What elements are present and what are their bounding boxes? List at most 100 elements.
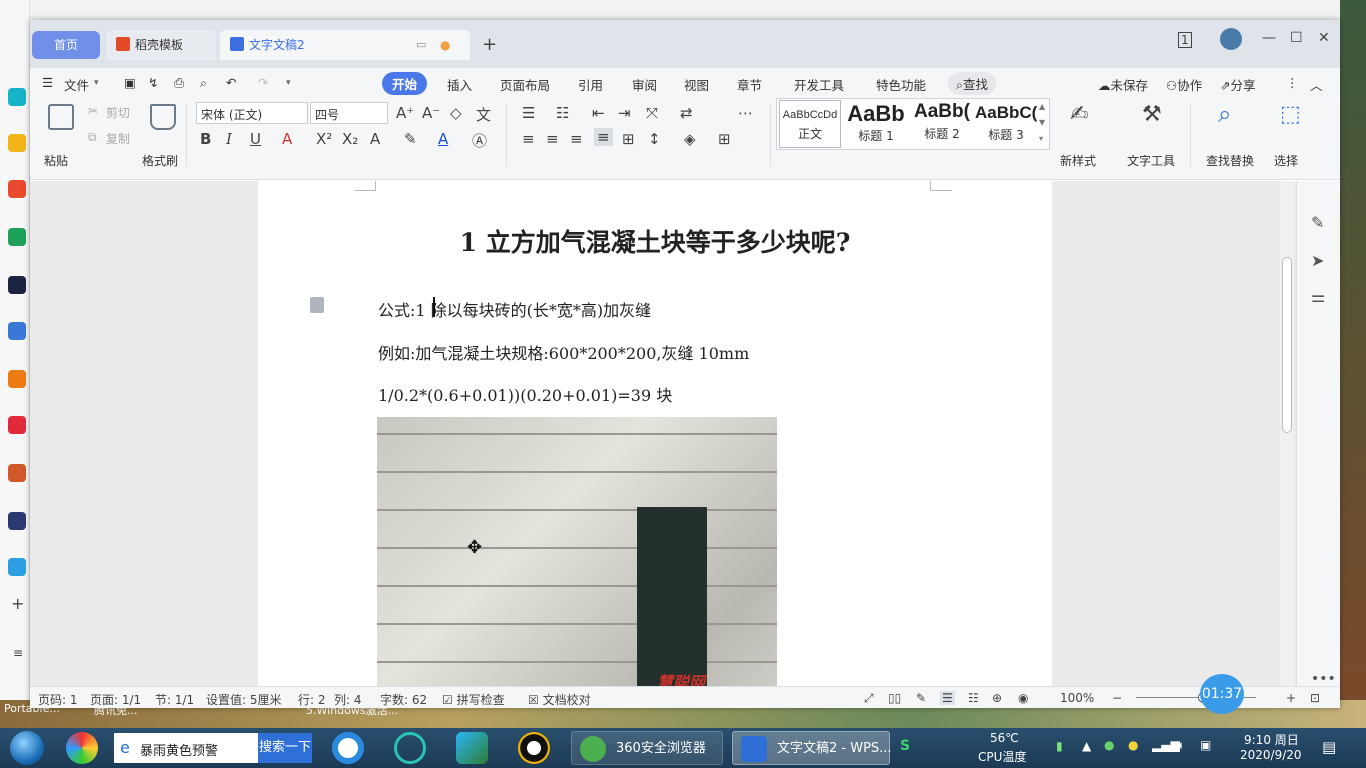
- font-size-select[interactable]: 四号: [310, 102, 388, 124]
- undo-icon[interactable]: ↶: [226, 75, 236, 90]
- battery-icon[interactable]: ▮: [1056, 739, 1063, 753]
- dock-app-icon[interactable]: [8, 322, 26, 340]
- zoom-in-icon[interactable]: +: [1286, 691, 1296, 705]
- menu-references[interactable]: 引用: [578, 75, 603, 94]
- doc-paragraph[interactable]: 公式:1 除以每块砖的(长*宽*高)加灰缝: [378, 297, 651, 321]
- tray-app-icon[interactable]: ●: [1104, 738, 1114, 752]
- new-style-icon[interactable]: ✍: [1070, 102, 1088, 127]
- numbered-list-icon[interactable]: ☷: [556, 104, 569, 122]
- cut-button[interactable]: 剪切: [106, 104, 130, 121]
- copy-button[interactable]: 复制: [106, 130, 130, 147]
- shrink-font-icon[interactable]: A⁻: [422, 104, 440, 122]
- settings-sliders-icon[interactable]: ⚌: [1311, 287, 1325, 306]
- menu-file[interactable]: 文件: [64, 75, 89, 94]
- format-painter-button[interactable]: 格式刷: [142, 152, 178, 169]
- new-style-button[interactable]: 新样式: [1060, 152, 1096, 169]
- tab-templates[interactable]: 稻壳模板: [106, 30, 216, 60]
- taskbar-search[interactable]: e 暴雨黄色预警 搜索一下: [114, 733, 312, 763]
- collapse-ribbon-icon[interactable]: ︿: [1310, 75, 1323, 94]
- style-heading2[interactable]: AaBb( 标题 2: [909, 101, 975, 151]
- dock-app-icon[interactable]: [8, 180, 26, 198]
- video-player-icon[interactable]: [456, 732, 488, 764]
- style-heading1[interactable]: AaBb 标题 1: [843, 101, 909, 151]
- scroll-thumb[interactable]: [1282, 257, 1292, 433]
- distribute-icon[interactable]: ⊞: [622, 130, 635, 148]
- task-360-browser[interactable]: 360安全浏览器: [571, 731, 723, 765]
- page-view-icon[interactable]: ☰: [940, 691, 955, 705]
- copy-icon[interactable]: ⧉: [88, 130, 97, 145]
- format-painter-icon[interactable]: [150, 104, 176, 130]
- edit-pen-icon[interactable]: ✎: [1311, 213, 1324, 232]
- customize-toolbar-icon[interactable]: ▾: [286, 78, 291, 88]
- dock-app-icon[interactable]: [8, 416, 26, 434]
- dock-app-icon[interactable]: [8, 276, 26, 294]
- style-heading3[interactable]: AaBbC( 标题 3: [975, 101, 1037, 151]
- italic-icon[interactable]: I: [226, 130, 232, 148]
- redo-icon[interactable]: ↷: [258, 75, 268, 90]
- dock-app-icon[interactable]: [8, 228, 26, 246]
- bold-icon[interactable]: B: [200, 130, 211, 148]
- fit-page-icon[interactable]: ⊡: [1310, 691, 1320, 705]
- menu-developer[interactable]: 开发工具: [794, 75, 844, 94]
- style-gallery-scroll[interactable]: ▲ ▼ ▾: [1039, 99, 1049, 149]
- dock-app-icon[interactable]: [8, 558, 26, 576]
- chevron-down-icon[interactable]: ▾: [94, 78, 99, 88]
- chinese-layout-icon[interactable]: ⤧: [646, 104, 658, 122]
- zoom-level[interactable]: 100%: [1060, 691, 1094, 705]
- paragraph-handle-icon[interactable]: [310, 297, 324, 313]
- justify-icon[interactable]: ≡: [594, 128, 613, 146]
- export-icon[interactable]: ↯: [148, 75, 158, 90]
- show-marks-icon[interactable]: ⋯: [738, 104, 753, 122]
- minimize-icon[interactable]: —: [1262, 30, 1276, 46]
- phonetic-icon[interactable]: 文: [476, 104, 491, 125]
- hamburger-icon[interactable]: ☰: [42, 75, 53, 90]
- decrease-indent-icon[interactable]: ⇤: [592, 104, 605, 122]
- bullet-list-icon[interactable]: ☰: [522, 104, 535, 122]
- align-center-icon[interactable]: ≡: [546, 130, 559, 148]
- dock-app-icon[interactable]: [8, 370, 26, 388]
- tray-app-icon[interactable]: ●: [1128, 738, 1138, 752]
- ime-icon[interactable]: S: [900, 738, 910, 754]
- window-count-icon[interactable]: 1: [1178, 32, 1192, 48]
- baidu-netdisk-icon[interactable]: [332, 732, 364, 764]
- find-replace-icon[interactable]: ⌕: [1218, 100, 1231, 128]
- volume-icon[interactable]: 🔈︎: [1178, 738, 1185, 753]
- write-mode-icon[interactable]: ✎: [916, 691, 926, 705]
- text-tools-icon[interactable]: ⚒: [1142, 102, 1162, 127]
- doc-paragraph[interactable]: 1/0.2*(0.6+0.01))(0.20+0.01)=39 块: [378, 382, 672, 406]
- dock-app-icon[interactable]: [8, 88, 26, 106]
- fullscreen-icon[interactable]: ⤢: [864, 691, 874, 706]
- taskbar-search-button[interactable]: 搜索一下: [258, 733, 312, 763]
- text-direction-icon[interactable]: ⇄: [680, 104, 693, 122]
- network-app-icon[interactable]: [394, 732, 426, 764]
- select-button[interactable]: 选择: [1274, 152, 1298, 169]
- zoom-out-icon[interactable]: −: [1112, 691, 1122, 705]
- increase-indent-icon[interactable]: ⇥: [618, 104, 631, 122]
- outline-view-icon[interactable]: ☷: [968, 691, 979, 705]
- dock-list-icon[interactable]: ≡: [13, 646, 23, 660]
- print-icon[interactable]: ⎙: [174, 75, 184, 91]
- task-wps-writer[interactable]: 文字文稿2 - WPS...: [732, 731, 892, 765]
- notification-icon[interactable]: ▤: [1322, 738, 1336, 756]
- status-word-count[interactable]: 字数: 62: [380, 691, 427, 708]
- clock-time[interactable]: 9:10 周日: [1244, 731, 1299, 748]
- grow-font-icon[interactable]: A⁺: [396, 104, 414, 122]
- dock-app-icon[interactable]: [8, 464, 26, 482]
- menu-page-layout[interactable]: 页面布局: [500, 75, 550, 94]
- menu-review[interactable]: 审阅: [632, 75, 657, 94]
- taskbar-search-input[interactable]: 暴雨黄色预警: [140, 740, 218, 759]
- doc-paragraph[interactable]: 例如:加气混凝土块规格:600*200*200,灰缝 10mm: [378, 340, 749, 364]
- menu-start[interactable]: 开始: [382, 72, 428, 95]
- floating-timer[interactable]: 01:37: [1200, 674, 1244, 714]
- device-icon[interactable]: ▣: [1200, 738, 1211, 752]
- print-preview-icon[interactable]: ⌕: [200, 75, 207, 91]
- font-color-icon[interactable]: A: [438, 130, 448, 148]
- maximize-icon[interactable]: ☐: [1290, 30, 1303, 46]
- align-left-icon[interactable]: ≡: [522, 130, 535, 148]
- menu-insert[interactable]: 插入: [447, 75, 472, 94]
- status-row[interactable]: 行: 2: [298, 691, 326, 708]
- superscript-icon[interactable]: X²: [316, 130, 332, 148]
- underline-icon[interactable]: U: [250, 130, 261, 148]
- reading-mode-icon[interactable]: ▯▯: [888, 691, 901, 705]
- spell-check-button[interactable]: ☑ 拼写检查: [442, 691, 505, 708]
